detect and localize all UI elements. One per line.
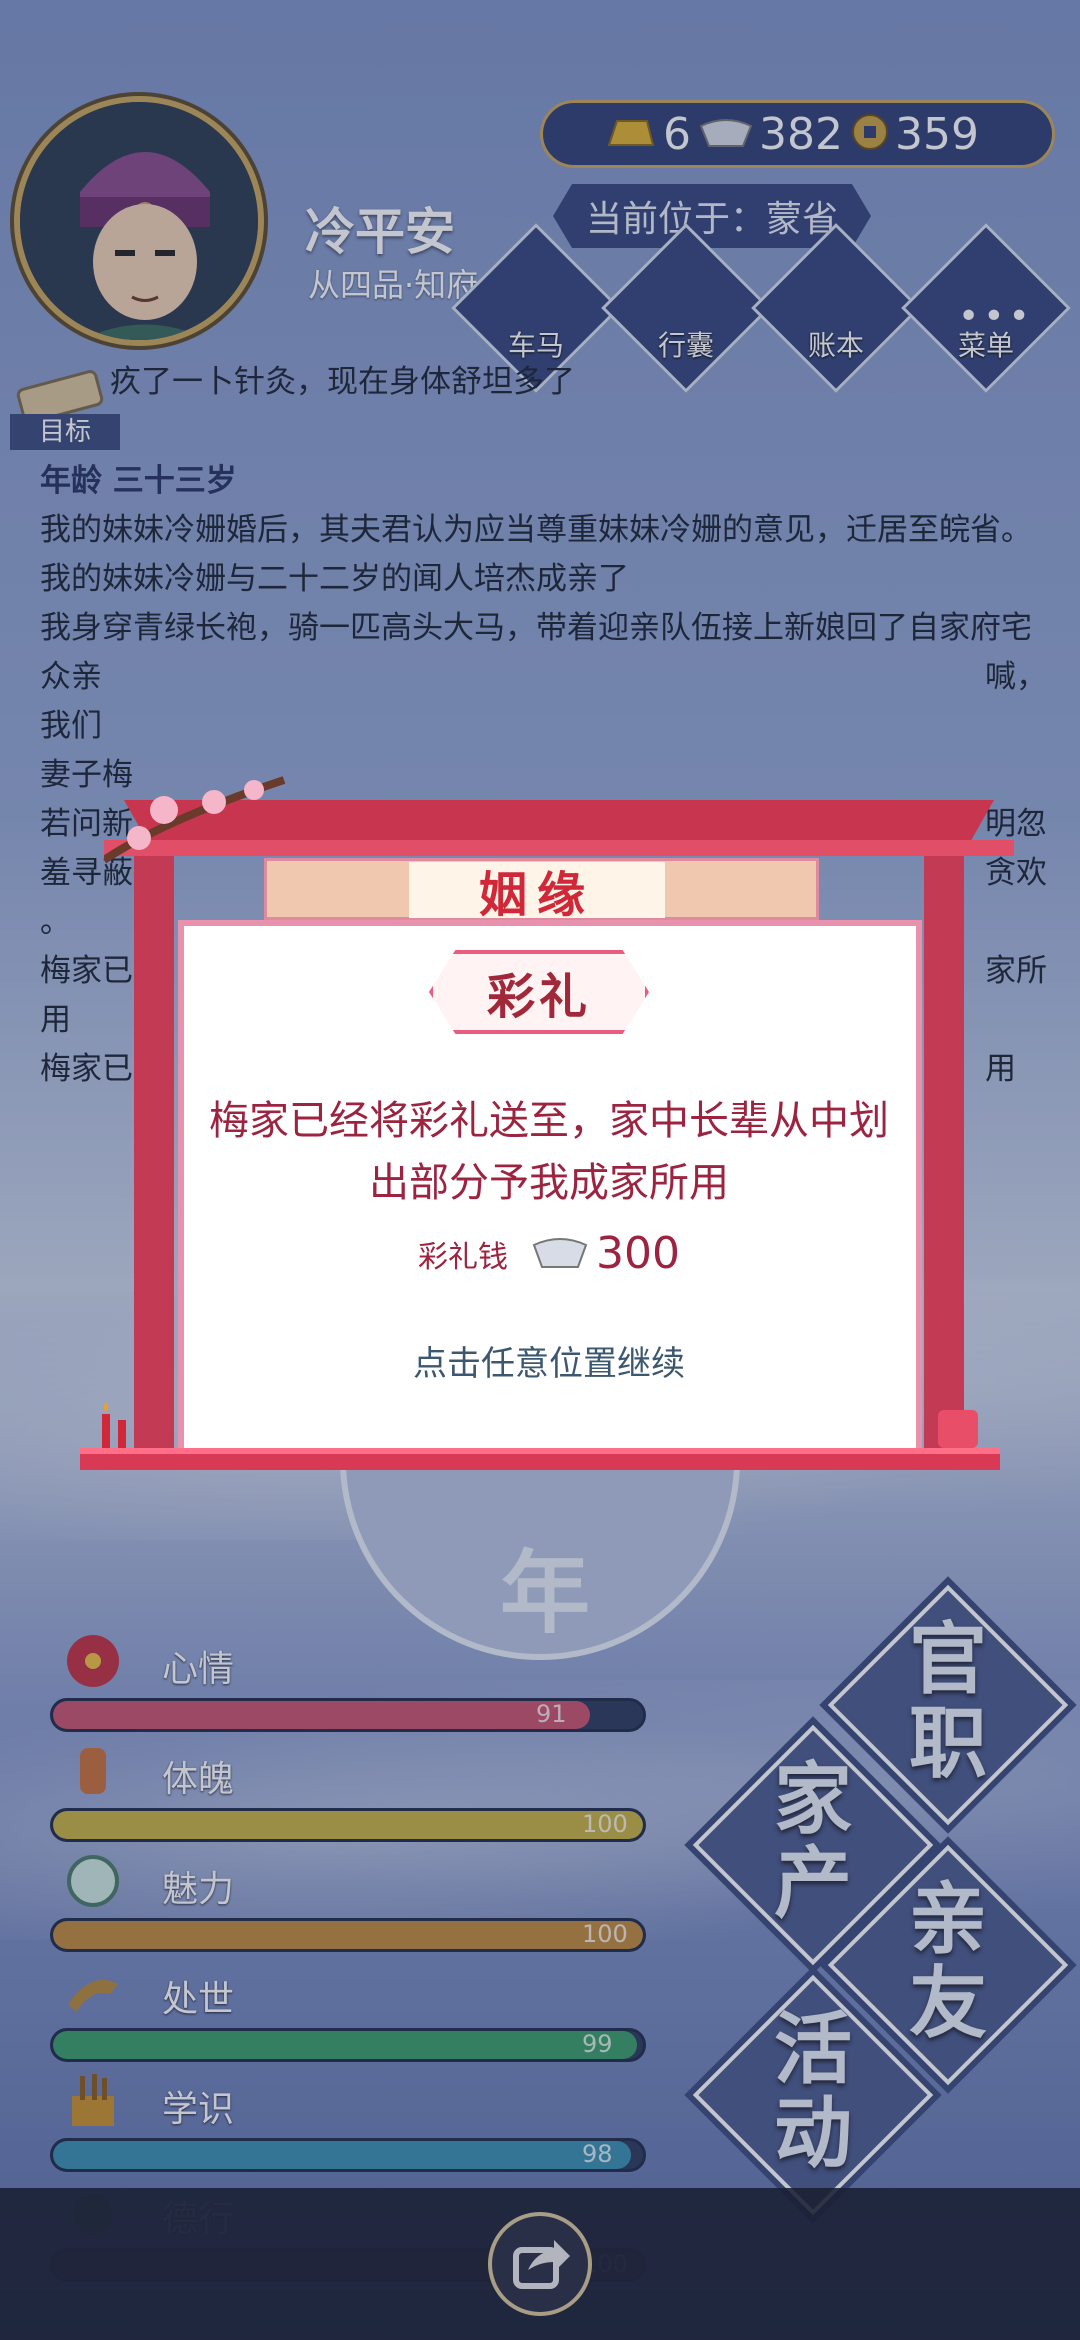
modal-title: 姻缘 (409, 862, 665, 923)
modal-pillar-left (134, 856, 174, 1452)
continue-hint[interactable]: 点击任意位置继续 (194, 1336, 904, 1385)
silver-ingot-icon (532, 1233, 588, 1275)
gift-row: 彩礼钱 300 (194, 1228, 904, 1279)
modal-subtitle: 彩礼 (429, 950, 649, 1034)
gift-value: 300 (596, 1228, 680, 1279)
modal-message: 梅家已经将彩礼送至，家中长辈从中划出部分予我成家所用 (209, 1098, 889, 1206)
double-happiness-icon (934, 1406, 984, 1454)
modal-pillar-right (924, 856, 964, 1452)
marriage-modal[interactable]: 姻缘 彩礼 梅家已经将彩礼送至，家中长辈从中划出部分予我成家所用 彩礼钱 300… (80, 776, 1014, 1470)
modal-base (80, 1448, 1000, 1470)
gift-label: 彩礼钱 (418, 1239, 508, 1275)
candle-icon (96, 1400, 136, 1454)
